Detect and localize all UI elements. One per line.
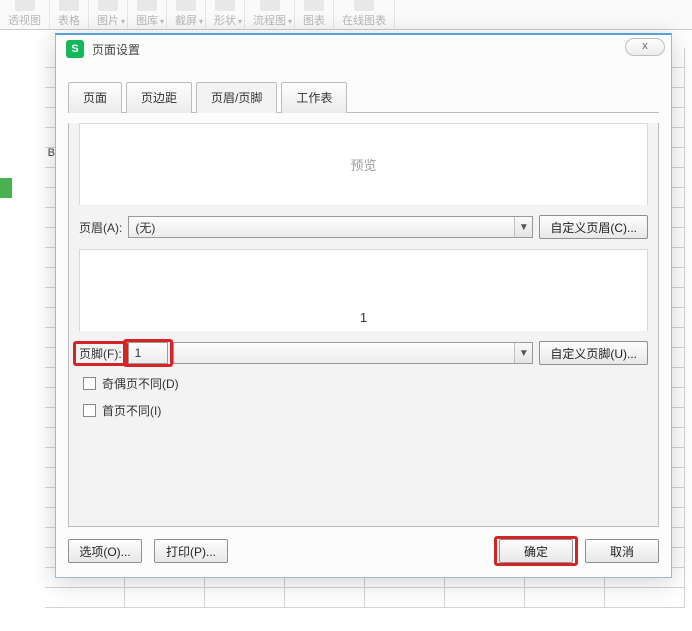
close-button[interactable]: x <box>625 38 665 56</box>
column-header-partial: B <box>45 144 55 163</box>
dialog-titlebar[interactable]: 页面设置 x <box>56 35 671 63</box>
checkbox-icon <box>83 404 96 417</box>
custom-footer-button[interactable]: 自定义页脚(U)... <box>539 341 648 365</box>
cancel-button[interactable]: 取消 <box>585 539 659 563</box>
tab-header-footer[interactable]: 页眉/页脚 <box>196 82 277 113</box>
tab-page[interactable]: 页面 <box>68 82 122 113</box>
ribbon-item[interactable]: 截屏▾ <box>167 0 206 28</box>
header-preview: 预览 <box>79 123 648 205</box>
footer-select-highlight[interactable]: 1 <box>128 342 168 364</box>
ribbon-item[interactable]: 流程图▾ <box>245 0 295 28</box>
first-page-label: 首页不同(I) <box>102 402 161 419</box>
chevron-down-icon: ▾ <box>288 17 292 26</box>
ribbon-toolbar: 透视图 表格 图片▾ 图库▾ 截屏▾ 形状▾ 流程图▾ 图表 在线图表 <box>0 0 692 30</box>
ribbon-item[interactable]: 图片▾ <box>89 0 128 28</box>
dialog-footer: 选项(O)... 打印(P)... 确定 取消 <box>68 539 659 563</box>
odd-even-checkbox[interactable]: 奇偶页不同(D) <box>83 375 658 392</box>
odd-even-label: 奇偶页不同(D) <box>102 375 179 392</box>
chevron-down-icon: ▾ <box>121 17 125 26</box>
app-icon <box>66 40 84 58</box>
ribbon-item[interactable]: 在线图表 <box>334 0 395 28</box>
preview-label: 预览 <box>350 155 376 174</box>
dialog-title: 页面设置 <box>92 41 140 58</box>
custom-header-button[interactable]: 自定义页眉(C)... <box>539 215 648 239</box>
footer-label: 页脚(F): <box>79 345 122 362</box>
chevron-down-icon: ▾ <box>160 17 164 26</box>
ribbon-item[interactable]: 透视图 <box>0 0 50 28</box>
ribbon-item[interactable]: 形状▾ <box>206 0 245 28</box>
chevron-down-icon: ▼ <box>514 343 532 363</box>
tab-panel: 预览 页眉(A): (无) ▼ 自定义页眉(C)... 1 页脚(F): 1 <box>68 123 659 527</box>
ribbon-item[interactable]: 图库▾ <box>128 0 167 28</box>
chevron-down-icon: ▼ <box>514 217 532 237</box>
tab-margins[interactable]: 页边距 <box>126 82 192 113</box>
selection-marker <box>0 178 12 198</box>
header-label: 页眉(A): <box>79 219 122 236</box>
header-select[interactable]: (无) ▼ <box>128 216 533 238</box>
ribbon-item[interactable]: 图表 <box>295 0 334 28</box>
print-button[interactable]: 打印(P)... <box>154 539 228 563</box>
ok-button[interactable]: 确定 <box>499 539 573 563</box>
ribbon-item[interactable]: 表格 <box>50 0 89 28</box>
options-button[interactable]: 选项(O)... <box>68 539 142 563</box>
first-page-checkbox[interactable]: 首页不同(I) <box>83 402 658 419</box>
tab-sheet[interactable]: 工作表 <box>281 82 347 113</box>
footer-select[interactable]: ▼ <box>173 342 534 364</box>
tab-bar: 页面 页边距 页眉/页脚 工作表 <box>68 81 659 113</box>
chevron-down-icon: ▾ <box>199 17 203 26</box>
footer-preview-value: 1 <box>360 310 367 325</box>
checkbox-icon <box>83 377 96 390</box>
footer-preview: 1 <box>79 249 648 331</box>
chevron-down-icon: ▾ <box>238 17 242 26</box>
header-select-value: (无) <box>135 219 155 236</box>
page-setup-dialog: 页面设置 x 页面 页边距 页眉/页脚 工作表 预览 页眉(A): (无) ▼ … <box>55 33 672 578</box>
footer-select-value: 1 <box>135 346 142 360</box>
